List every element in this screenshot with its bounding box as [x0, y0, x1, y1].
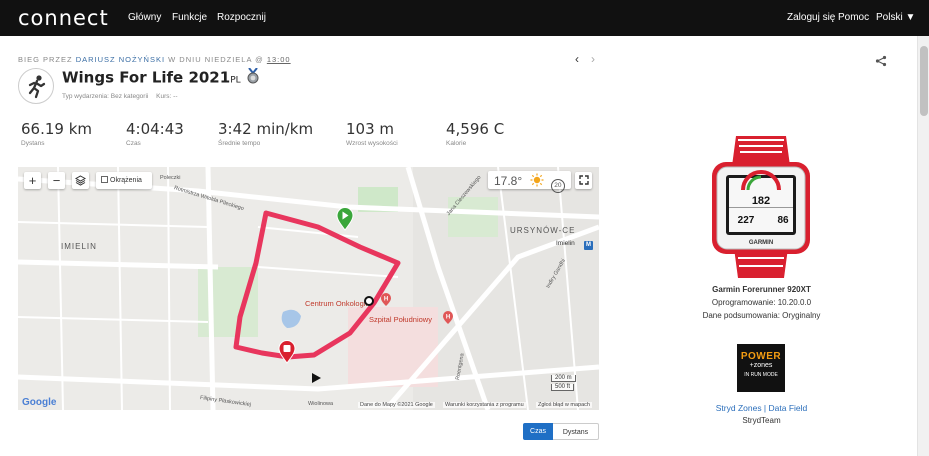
map-label-centrum: Centrum Onkologii	[305, 299, 368, 308]
stat-value: 66.19 km	[21, 120, 93, 138]
stat-pace: 3:42 min/km Średnie tempo	[218, 120, 313, 147]
help-link[interactable]: Pomoc	[838, 12, 869, 23]
next-activity-arrow[interactable]: ›	[591, 52, 595, 66]
device-firmware: Oprogramowanie: 10.20.0.0	[711, 298, 812, 307]
login-link[interactable]: Zaloguj się	[787, 12, 835, 23]
map-label-szpital: Szpital Południowy	[369, 315, 432, 324]
stat-calories: 4,596 C Kalorie	[446, 120, 504, 147]
stat-value: 4:04:43	[126, 120, 184, 138]
stat-distance: 66.19 km Dystans	[21, 120, 92, 147]
stryd-logo-power: POWER	[740, 351, 782, 362]
weather-panel: 17.8° 20	[488, 171, 571, 193]
layers-icon	[74, 175, 87, 186]
metro-icon: M	[584, 241, 593, 250]
playback-play-icon[interactable]	[310, 371, 322, 389]
scale-metric: 200 m	[551, 375, 576, 382]
chart-toggle-time[interactable]: Czas	[523, 423, 553, 440]
stryd-app-link[interactable]: Stryd Zones | Data Field	[680, 403, 843, 413]
running-activity-icon	[18, 68, 54, 104]
map-terms-link[interactable]: Warunki korzystania z programu	[443, 402, 526, 408]
crumb-prefix: BIEG PRZEZ	[18, 55, 76, 64]
watch-top-value: 182	[752, 195, 770, 207]
language-select[interactable]: Polski ▼	[876, 12, 915, 23]
nav-get-started[interactable]: Rozpocznij	[217, 12, 266, 23]
chart-toggle-distance[interactable]: Dystans	[553, 423, 599, 440]
zoom-in-button[interactable]: +	[24, 172, 41, 189]
stat-label: Wzrost wysokości	[346, 140, 398, 147]
top-navigation-bar: connect Główny Funkcje Rozpocznij Zalogu…	[0, 0, 929, 36]
nav-home[interactable]: Główny	[128, 12, 161, 23]
google-logo[interactable]: Google	[22, 397, 56, 408]
stat-label: Kalorie	[446, 140, 467, 147]
map-canvas	[18, 167, 599, 410]
stat-value: 3:42 min/km	[218, 120, 314, 138]
stat-value: 4,596 C	[446, 120, 505, 138]
temperature-value: 17.8°	[494, 174, 523, 188]
scrollbar-thumb[interactable]	[920, 46, 928, 116]
crumb-time[interactable]: 13:00	[267, 55, 291, 64]
activity-breadcrumb: BIEG PRZEZ DARIUSZ NOŻYŃSKI W DNIU NIEDZ…	[18, 55, 291, 64]
laps-label: Okrążenia	[110, 177, 142, 184]
stryd-team: StrydTeam	[742, 416, 781, 425]
layers-button[interactable]	[72, 172, 89, 189]
stat-elevation: 103 m Wzrost wysokości	[346, 120, 398, 147]
wind-icon: 20	[550, 179, 565, 193]
page-scrollbar[interactable]	[917, 36, 929, 456]
street-poleczki: Poleczki	[160, 175, 181, 181]
activity-title-text: Wings For Life 2021	[62, 68, 231, 87]
map-label-imielin: IMIELIN	[61, 242, 97, 251]
device-summary: Dane podsumowania: Oryginalny	[702, 311, 821, 320]
stryd-logo-run: IN RUN MODE	[744, 372, 778, 378]
watch-brand: GARMIN	[749, 240, 773, 246]
route-map[interactable]: IMIELIN URSYNÓW-CE Imielin Centrum Onkol…	[18, 167, 599, 410]
map-data-attribution: Dane do Mapy ©2021 Google	[358, 402, 435, 408]
report-map-error-link[interactable]: Zgłoś błąd w mapach	[536, 402, 592, 408]
activity-title[interactable]: Wings For Life 2021PL	[62, 67, 260, 88]
laps-toggle[interactable]: Okrążenia	[96, 172, 152, 189]
stat-time: 4:04:43 Czas	[126, 120, 184, 147]
fullscreen-button[interactable]	[575, 172, 592, 189]
svg-text:H: H	[446, 315, 450, 321]
stat-label: Średnie tempo	[218, 140, 261, 147]
laps-checkbox[interactable]	[101, 176, 108, 183]
fullscreen-icon	[578, 175, 589, 185]
crumb-mid: W DNIU NIEDZIELA @	[165, 55, 267, 64]
hospital-icon: H	[380, 293, 392, 312]
crumb-user-link[interactable]: DARIUSZ NOŻYŃSKI	[76, 55, 165, 64]
stat-label: Dystans	[21, 140, 45, 147]
share-icon[interactable]	[875, 55, 887, 70]
start-marker-icon[interactable]	[336, 207, 354, 236]
event-type[interactable]: Typ wydarzenia: Bez kategorii	[62, 93, 148, 100]
course-info: Kurs: --	[156, 93, 178, 100]
sun-icon	[530, 173, 544, 190]
street-wiolinowa: Wiolinowa	[308, 401, 334, 407]
stryd-logo-zones: +zones	[749, 362, 773, 369]
position-marker-icon	[364, 293, 374, 311]
device-name[interactable]: Garmin Forerunner 920XT	[680, 285, 843, 294]
map-label-ursynow: URSYNÓW-CE	[510, 226, 576, 235]
hospital-icon: H	[442, 311, 454, 330]
stryd-app-logo[interactable]: POWER +zones IN RUN MODE	[737, 344, 785, 392]
zoom-out-button[interactable]: −	[48, 172, 65, 189]
connect-logo[interactable]: connect	[18, 6, 109, 30]
nav-features[interactable]: Funkcje	[172, 12, 207, 23]
map-label-imielin-metro: Imielin	[556, 240, 575, 247]
scale-imperial: 500 ft	[551, 384, 575, 391]
activity-meta: Typ wydarzenia: Bez kategorii Kurs: --	[62, 93, 177, 100]
finish-marker-icon[interactable]	[278, 340, 296, 369]
medal-icon	[246, 67, 260, 88]
stat-label: Czas	[126, 140, 141, 147]
watch-right-value: 86	[777, 215, 789, 226]
prev-activity-arrow[interactable]: ‹	[575, 52, 579, 66]
watch-left-value: 227	[738, 215, 755, 226]
stat-value: 103 m	[346, 120, 395, 138]
activity-title-suffix: PL	[230, 75, 241, 86]
device-image: 182 227 86 GARMIN	[708, 132, 814, 282]
svg-text:H: H	[384, 297, 388, 303]
